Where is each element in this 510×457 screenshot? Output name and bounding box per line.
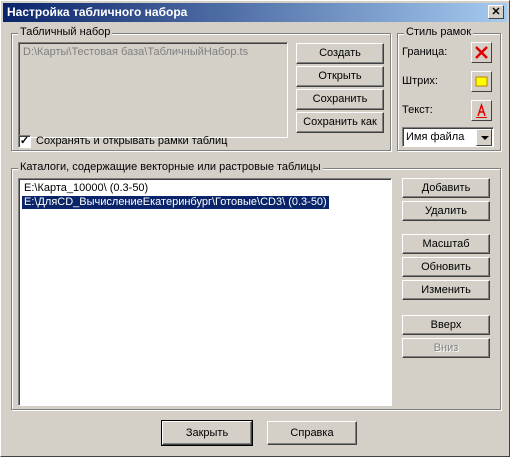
edit-button[interactable]: Изменить (402, 280, 490, 300)
catalogs-group-label: Каталоги, содержащие векторные или растр… (18, 161, 323, 173)
table-set-path-field[interactable]: D:\Карты\Тестовая база\ТабличныйНабор.ts (18, 42, 288, 138)
red-letter-a-icon (476, 102, 487, 118)
close-button[interactable]: Закрыть (161, 420, 253, 446)
move-down-button: Вниз (402, 338, 490, 358)
title-bar[interactable]: Настройка табличного набора ✕ (3, 3, 507, 22)
table-set-path-value: D:\Карты\Тестовая база\ТабличныйНабор.ts (23, 46, 249, 58)
create-button[interactable]: Создать (296, 43, 384, 64)
save-frames-label[interactable]: Сохранять и открывать рамки таблиц (36, 135, 227, 147)
close-icon[interactable]: ✕ (488, 5, 504, 19)
text-label: Текст: (402, 104, 433, 116)
add-button[interactable]: Добавить (402, 178, 490, 198)
list-item[interactable]: E:\ДляCD_ВычислениеЕкатеринбург\Готовые\… (21, 195, 330, 210)
refresh-button[interactable]: Обновить (402, 257, 490, 277)
stroke-label: Штрих: (402, 75, 438, 87)
table-set-group: Табличный набор D:\Карты\Тестовая база\Т… (11, 26, 391, 151)
move-up-button[interactable]: Вверх (402, 315, 490, 335)
window-title: Настройка табличного набора (7, 5, 188, 19)
save-button[interactable]: Сохранить (296, 89, 384, 110)
help-button[interactable]: Справка (267, 421, 357, 445)
frame-label-select[interactable]: Имя файла (402, 127, 494, 147)
text-style-button[interactable] (471, 100, 492, 121)
catalogs-group: Каталоги, содержащие векторные или растр… (11, 161, 501, 410)
save-as-button[interactable]: Сохранить как (296, 112, 384, 133)
save-frames-checkbox[interactable]: ✓ (18, 135, 31, 148)
chevron-down-icon[interactable] (476, 129, 492, 146)
yellow-rectangle-icon (475, 76, 488, 87)
table-set-group-label: Табличный набор (18, 26, 113, 38)
border-style-button[interactable] (471, 42, 492, 63)
delete-button[interactable]: Удалить (402, 201, 490, 221)
catalogs-list[interactable]: E:\Карта_10000\ (0.3-50) E:\ДляCD_Вычисл… (18, 178, 392, 406)
frame-label-select-value: Имя файла (406, 131, 465, 143)
stroke-style-button[interactable] (471, 71, 492, 92)
list-item[interactable]: E:\Карта_10000\ (0.3-50) (22, 182, 150, 195)
red-x-icon (475, 46, 488, 59)
open-button[interactable]: Открыть (296, 66, 384, 87)
scale-button[interactable]: Масштаб (402, 234, 490, 254)
border-label: Граница: (402, 46, 448, 58)
dialog-window: Настройка табличного набора ✕ Табличный … (0, 0, 510, 457)
frame-style-group: Стиль рамок Граница: Штрих: Текст: Имя ф… (397, 26, 501, 151)
frame-style-group-label: Стиль рамок (404, 26, 474, 38)
